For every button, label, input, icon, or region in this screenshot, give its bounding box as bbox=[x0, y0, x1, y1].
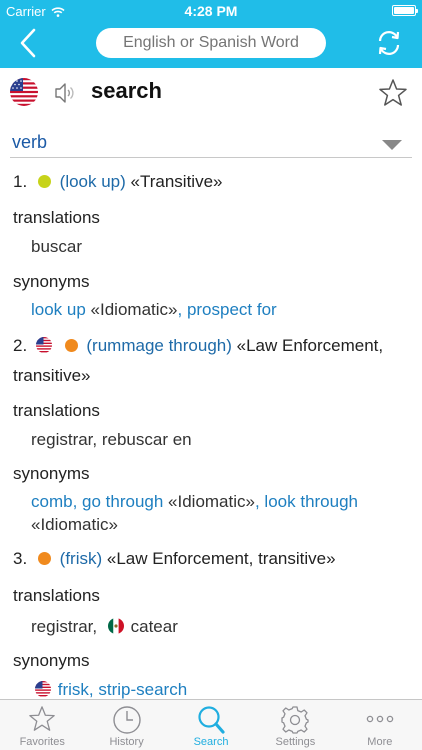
tab-favorites[interactable]: Favorites bbox=[0, 700, 84, 750]
sense-gloss: (rummage through) bbox=[86, 336, 232, 355]
tab-label: History bbox=[109, 736, 144, 748]
sense-gloss: (look up) bbox=[59, 172, 126, 191]
part-of-speech-selector[interactable]: verb bbox=[10, 127, 412, 158]
part-of-speech-label: verb bbox=[12, 132, 48, 152]
search-input[interactable] bbox=[96, 28, 326, 58]
translation-item: catear bbox=[130, 617, 178, 636]
tab-search[interactable]: Search bbox=[169, 700, 253, 750]
search-icon bbox=[198, 706, 225, 734]
synonyms-title: synonyms bbox=[13, 464, 90, 483]
synonym-link[interactable]: look up bbox=[31, 300, 86, 319]
synonyms-title: synonyms bbox=[13, 272, 90, 291]
synonym-link[interactable]: frisk, strip-search bbox=[58, 680, 187, 699]
us-flag-icon bbox=[35, 337, 52, 353]
gear-icon bbox=[281, 706, 310, 734]
sense-label: «Transitive» bbox=[130, 172, 223, 191]
clock-icon bbox=[112, 706, 141, 734]
status-time: 4:28 PM bbox=[184, 3, 238, 19]
tab-history[interactable]: History bbox=[84, 700, 168, 750]
speaker-icon[interactable] bbox=[53, 81, 77, 105]
synonym-link[interactable]: , look through bbox=[255, 492, 358, 511]
battery-fill bbox=[394, 7, 414, 14]
translations-text: registrar, catear bbox=[31, 617, 178, 637]
entry-header: search bbox=[0, 68, 422, 116]
translation-item: registrar, bbox=[31, 617, 98, 636]
synonyms-list: comb, go through «Idiomatic», look throu… bbox=[31, 492, 358, 512]
translations-text: buscar bbox=[31, 237, 83, 256]
tab-settings[interactable]: Settings bbox=[253, 700, 337, 750]
headword: search bbox=[91, 78, 162, 103]
usage-dot-icon bbox=[37, 175, 51, 188]
status-right bbox=[392, 5, 418, 16]
translations-title: translations bbox=[13, 208, 100, 227]
tab-label: Settings bbox=[275, 736, 316, 748]
sense-2-heading: 2. (rummage through) «Law Enforcement, bbox=[13, 336, 383, 356]
sense-label: «Law Enforcement, transitive» bbox=[106, 549, 336, 568]
usage-dot-icon bbox=[37, 552, 51, 565]
sense-gloss: (frisk) bbox=[59, 549, 103, 568]
sense-number: 2. bbox=[13, 336, 28, 355]
sense-number: 3. bbox=[13, 549, 28, 568]
status-bar: Carrier 4:28 PM bbox=[0, 0, 422, 22]
back-button[interactable] bbox=[14, 27, 44, 59]
tab-more[interactable]: More bbox=[338, 700, 422, 750]
favorite-star-icon[interactable] bbox=[378, 78, 408, 108]
battery-icon bbox=[392, 5, 418, 16]
translations-title: translations bbox=[13, 586, 100, 605]
sense-number: 1. bbox=[13, 172, 28, 191]
more-icon bbox=[366, 715, 394, 723]
tab-label: Favorites bbox=[19, 736, 65, 748]
synonym-label: «Idiomatic» bbox=[85, 300, 178, 319]
synonym-label: «Idiomatic» bbox=[163, 492, 255, 511]
mexico-flag-icon bbox=[107, 618, 124, 634]
sense-label-continued: transitive» bbox=[13, 366, 91, 385]
sense-3-heading: 3. (frisk) «Law Enforcement, transitive» bbox=[13, 549, 336, 569]
synonym-link[interactable]: , prospect for bbox=[178, 300, 277, 319]
tab-bar: Favorites History Search Settings More bbox=[0, 699, 422, 750]
chevron-down-icon bbox=[382, 140, 402, 150]
usage-dot-icon bbox=[64, 339, 78, 352]
swap-language-icon[interactable] bbox=[374, 28, 404, 58]
sense-label: «Law Enforcement, bbox=[236, 336, 384, 355]
sense-1-heading: 1. (look up) «Transitive» bbox=[13, 172, 223, 192]
star-icon bbox=[29, 706, 55, 731]
tab-label: Search bbox=[193, 736, 229, 748]
translations-text: registrar, rebuscar en bbox=[31, 430, 192, 449]
us-flag-icon bbox=[35, 681, 51, 697]
nav-header: Carrier 4:28 PM bbox=[0, 0, 422, 68]
synonyms-list: look up «Idiomatic», prospect for bbox=[31, 300, 277, 320]
translations-title: translations bbox=[13, 401, 100, 420]
us-flag-icon bbox=[10, 78, 38, 106]
synonyms-title: synonyms bbox=[13, 651, 90, 670]
synonym-link[interactable]: comb, go through bbox=[31, 492, 163, 511]
synonyms-list: frisk, strip-search bbox=[35, 680, 187, 700]
tab-label: More bbox=[367, 736, 393, 748]
synonym-label: «Idiomatic» bbox=[31, 515, 118, 534]
